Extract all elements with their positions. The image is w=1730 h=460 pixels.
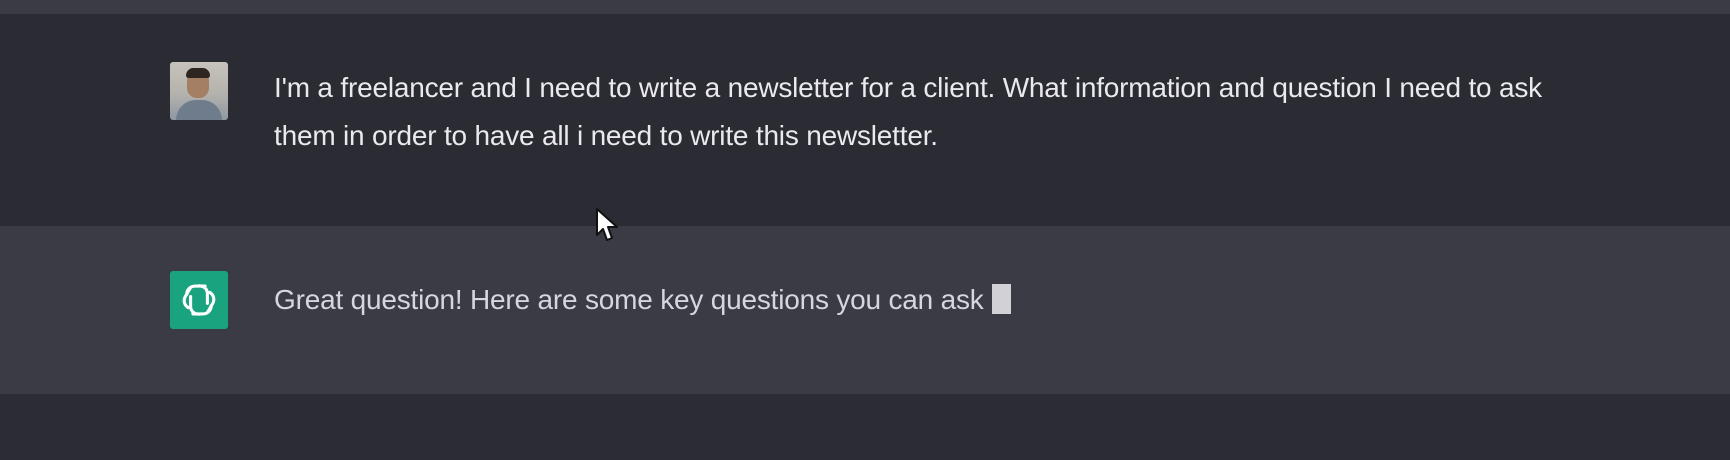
assistant-message-content: Great question! Here are some key questi… (274, 284, 984, 315)
bottom-area (0, 394, 1730, 460)
user-avatar (170, 62, 228, 120)
avatar-hair (186, 68, 210, 78)
user-photo-avatar (170, 62, 228, 120)
assistant-message-row: Great question! Here are some key questi… (0, 226, 1730, 394)
openai-logo-icon (182, 284, 216, 316)
user-message-text: I'm a freelancer and I need to write a n… (274, 72, 1542, 151)
top-divider (0, 0, 1730, 14)
chat-page: I'm a freelancer and I need to write a n… (0, 0, 1730, 460)
user-message-row: I'm a freelancer and I need to write a n… (0, 14, 1730, 226)
avatar-shoulders (176, 100, 222, 120)
assistant-avatar (170, 271, 228, 329)
mouse-pointer-icon (596, 208, 618, 241)
typing-cursor (991, 284, 1011, 314)
assistant-message-text: Great question! Here are some key questi… (274, 276, 1554, 324)
